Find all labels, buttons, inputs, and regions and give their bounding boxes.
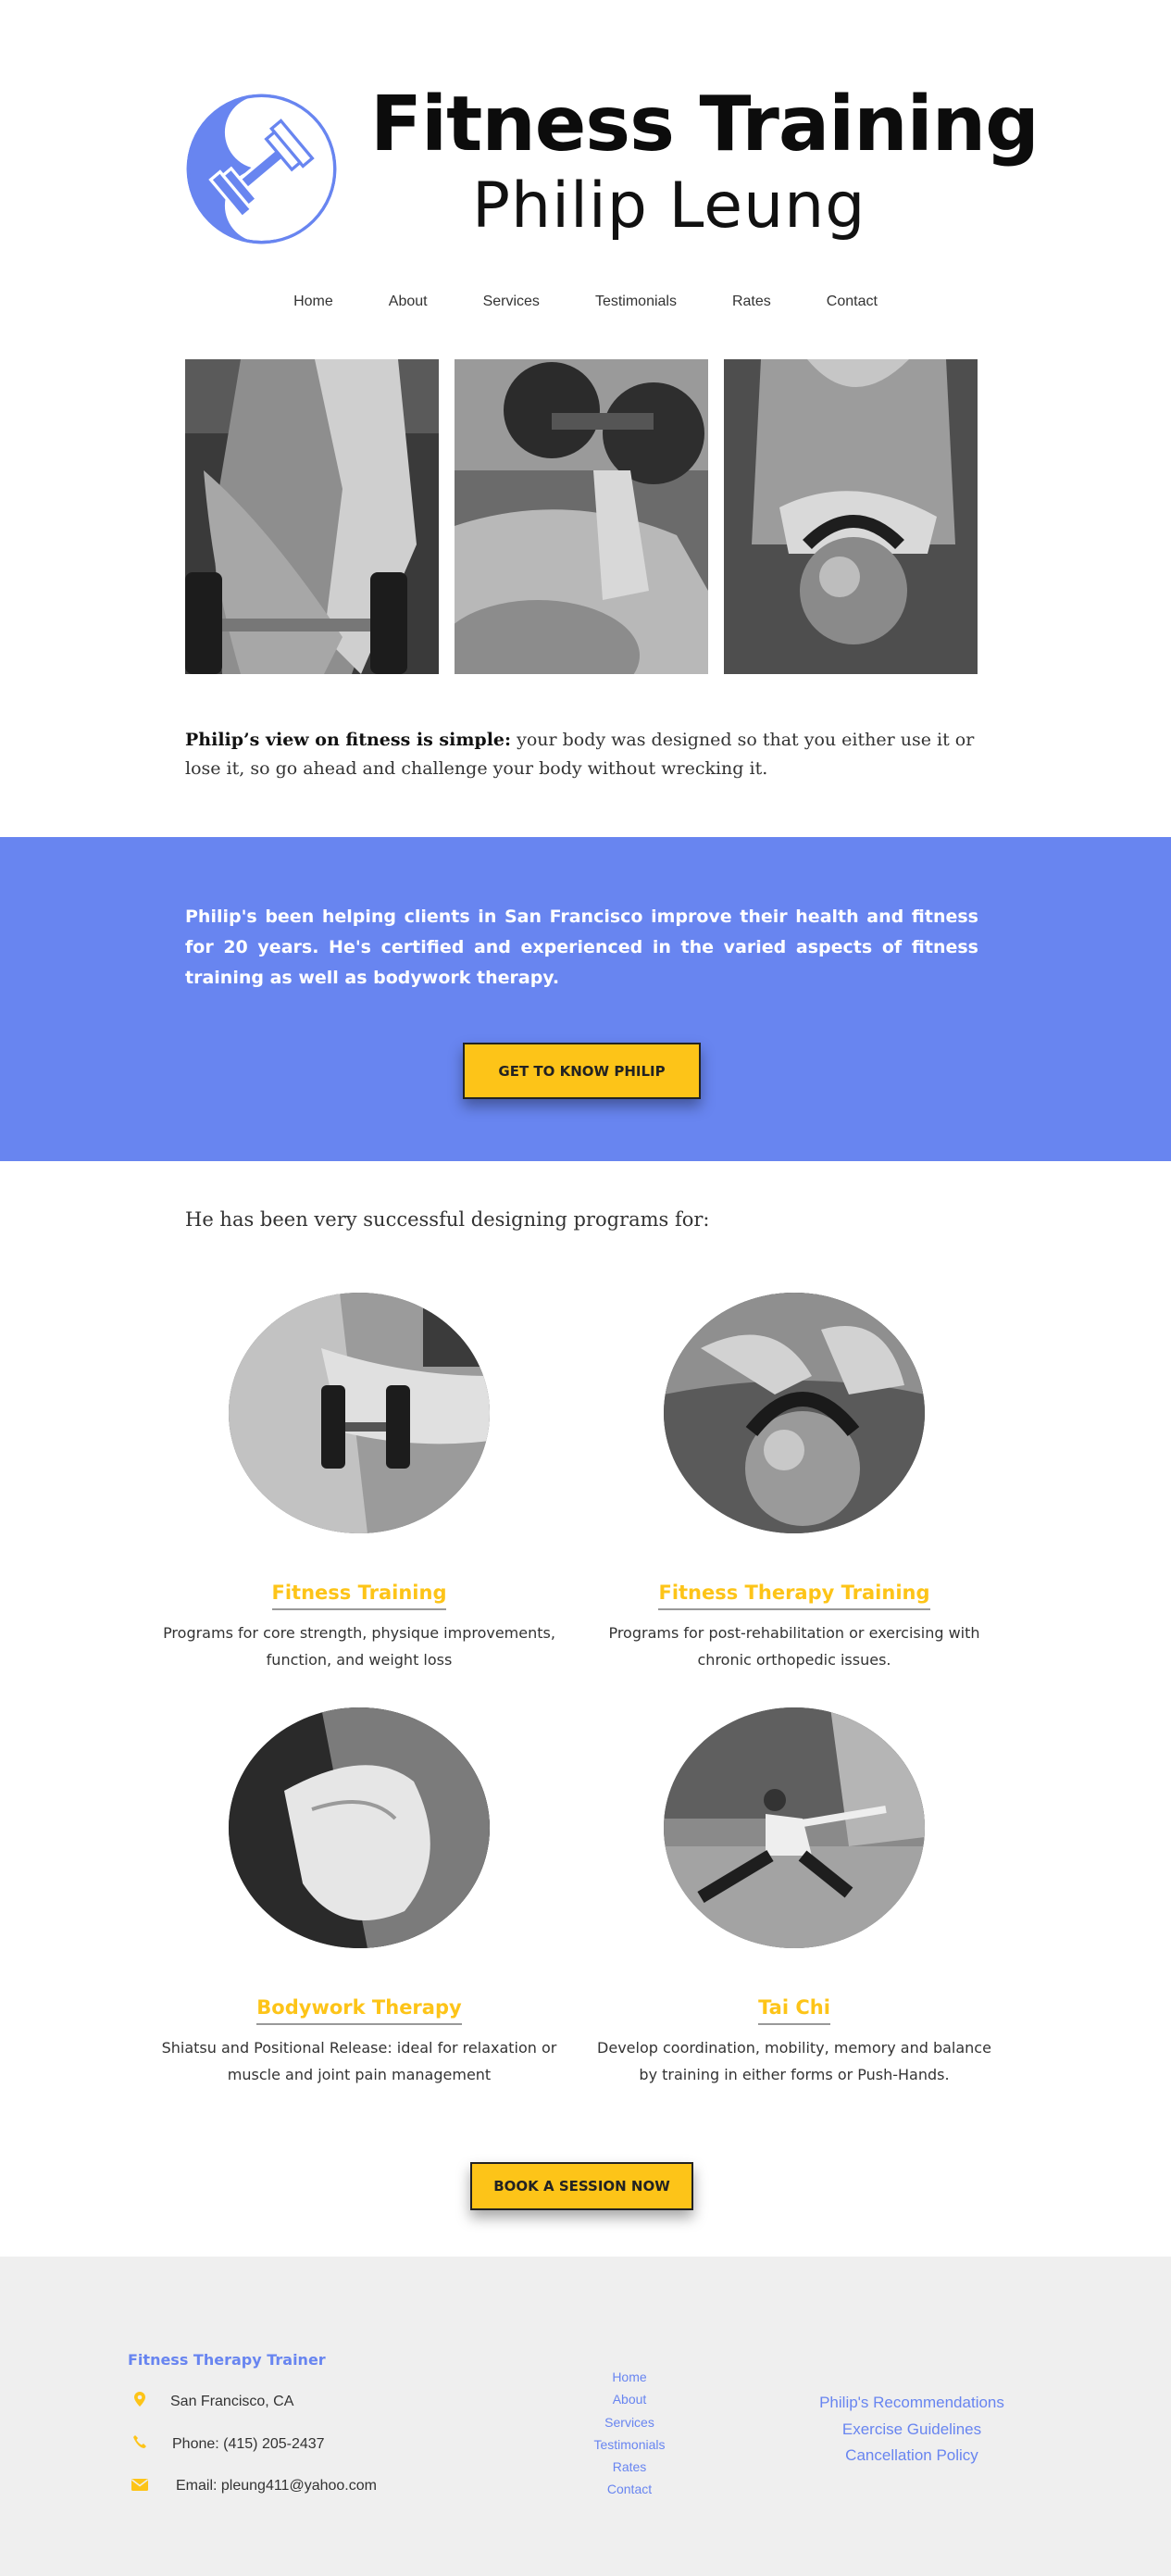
site-header: Fitness Training Philip Leung xyxy=(185,81,1040,250)
footer-link-recommendations[interactable]: Philip's Recommendations xyxy=(815,2390,1009,2417)
service-image-bodywork xyxy=(229,1707,490,1948)
footer-link-exercise-guidelines[interactable]: Exercise Guidelines xyxy=(815,2417,1009,2444)
footer-phone: Phone: (415) 205-2437 xyxy=(130,2434,325,2454)
book-session-button[interactable]: BOOK A SESSION NOW xyxy=(470,2162,693,2210)
service-fitness-training: Fitness Training Programs for core stren… xyxy=(160,1293,558,1673)
footer-nav-contact[interactable]: Contact xyxy=(592,2478,666,2500)
service-description: Develop coordination, mobility, memory a… xyxy=(597,2039,991,2083)
about-band: Philip's been helping clients in San Fra… xyxy=(0,837,1171,1161)
hero-photo-strip xyxy=(185,359,978,674)
phone-icon xyxy=(130,2434,150,2454)
service-tai-chi: Tai Chi Develop coordination, mobility, … xyxy=(595,1707,993,2088)
footer-location-text: San Francisco, CA xyxy=(170,2393,294,2409)
service-bodywork-therapy: Bodywork Therapy Shiatsu and Positional … xyxy=(160,1707,558,2088)
hero-photo-dumbbell-curl xyxy=(455,359,708,674)
service-description: Shiatsu and Positional Release: ideal fo… xyxy=(161,2039,557,2083)
footer-nav-rates[interactable]: Rates xyxy=(592,2456,666,2478)
site-footer: Fitness Therapy Trainer San Francisco, C… xyxy=(0,2257,1171,2576)
service-title[interactable]: Bodywork Therapy xyxy=(256,1996,462,2025)
footer-nav-about[interactable]: About xyxy=(592,2388,666,2410)
nav-home[interactable]: Home xyxy=(293,290,333,314)
get-to-know-philip-button[interactable]: GET TO KNOW PHILIP xyxy=(463,1043,701,1099)
envelope-icon xyxy=(130,2477,150,2495)
nav-about[interactable]: About xyxy=(389,290,428,314)
intro-paragraph: Philip’s view on fitness is simple: your… xyxy=(185,726,978,783)
hero-photo-arm-dumbbell xyxy=(185,359,439,674)
service-fitness-therapy-training: Fitness Therapy Training Programs for po… xyxy=(595,1293,993,1673)
main-nav: Home About Services Testimonials Rates C… xyxy=(0,290,1171,314)
map-pin-icon xyxy=(130,2392,150,2411)
service-image-fitness-training xyxy=(229,1293,490,1533)
footer-resources: Philip's Recommendations Exercise Guidel… xyxy=(815,2390,1009,2470)
nav-rates[interactable]: Rates xyxy=(732,290,771,314)
footer-phone-text[interactable]: Phone: (415) 205-2437 xyxy=(172,2436,325,2453)
nav-contact[interactable]: Contact xyxy=(827,290,878,314)
footer-nav-home[interactable]: Home xyxy=(592,2366,666,2388)
service-title[interactable]: Fitness Therapy Training xyxy=(658,1582,930,1610)
footer-nav-testimonials[interactable]: Testimonials xyxy=(592,2433,666,2456)
footer-email: Email: pleung411@yahoo.com xyxy=(130,2477,377,2495)
service-title[interactable]: Tai Chi xyxy=(758,1996,830,2025)
footer-nav: Home About Services Testimonials Rates C… xyxy=(592,2366,666,2501)
footer-location: San Francisco, CA xyxy=(130,2392,293,2411)
service-image-tai-chi xyxy=(664,1707,925,1948)
intro-lead: Philip’s view on fitness is simple: xyxy=(185,730,512,750)
footer-title: Fitness Therapy Trainer xyxy=(128,2351,326,2369)
yin-yang-dumbbell-logo[interactable] xyxy=(185,93,338,245)
about-band-text: Philip's been helping clients in San Fra… xyxy=(185,907,978,988)
service-description: Programs for post-rehabilitation or exer… xyxy=(608,1624,980,1669)
service-title[interactable]: Fitness Training xyxy=(271,1582,447,1610)
service-image-fitness-therapy xyxy=(664,1293,925,1533)
programs-intro: He has been very successful designing pr… xyxy=(185,1208,710,1231)
site-subtitle: Philip Leung xyxy=(472,169,866,243)
nav-testimonials[interactable]: Testimonials xyxy=(595,290,677,314)
service-description: Programs for core strength, physique imp… xyxy=(163,1624,555,1669)
footer-nav-services[interactable]: Services xyxy=(592,2411,666,2433)
hero-photo-kettlebell xyxy=(724,359,978,674)
footer-link-cancellation-policy[interactable]: Cancellation Policy xyxy=(815,2443,1009,2470)
footer-email-text[interactable]: Email: pleung411@yahoo.com xyxy=(176,2478,377,2495)
nav-services[interactable]: Services xyxy=(483,290,540,314)
site-title: Fitness Training xyxy=(370,81,1040,169)
